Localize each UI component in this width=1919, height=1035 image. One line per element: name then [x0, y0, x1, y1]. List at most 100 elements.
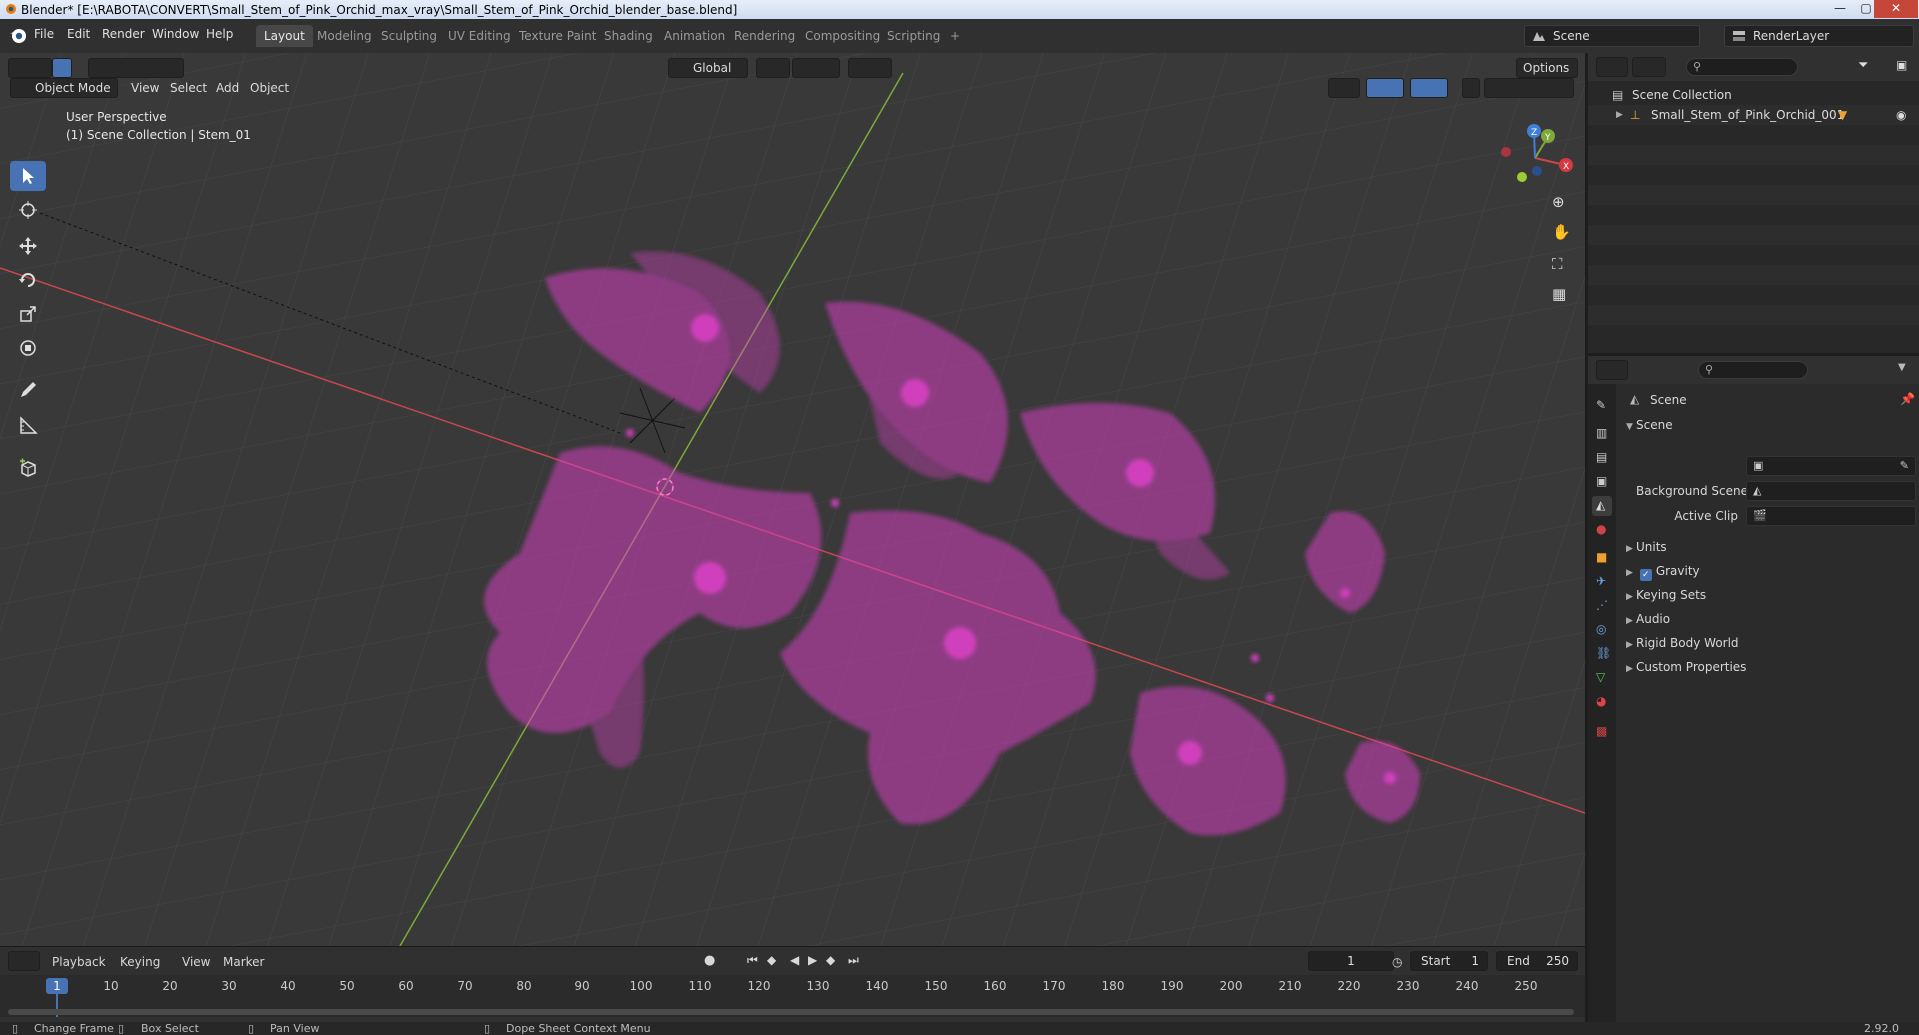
outliner-row-object[interactable]: ▶ ⊥ Small_Stem_of_Pink_Orchid_001 ▼ ◉: [1588, 105, 1919, 125]
tool-move[interactable]: [10, 231, 46, 261]
expand-arrow-icon[interactable]: ▶: [1616, 105, 1623, 125]
selection-mode-buttons[interactable]: [88, 58, 184, 78]
jump-keyframe-back-button[interactable]: ◆: [767, 953, 776, 967]
tab-modifiers[interactable]: ✈: [1592, 572, 1612, 592]
viewport-menu-add[interactable]: Add: [216, 81, 239, 95]
tool-transform[interactable]: [10, 333, 46, 363]
jump-end-button[interactable]: ⏭: [848, 953, 859, 968]
tab-render[interactable]: ▥: [1592, 424, 1612, 444]
background-scene-field[interactable]: ◭: [1746, 481, 1916, 501]
outliner[interactable]: ⚲ ⏷ ▣ ▤ Scene Collection ▶ ⊥ Small_Stem_…: [1588, 53, 1919, 353]
jump-keyframe-forward-button[interactable]: ◆: [826, 953, 835, 967]
grid-view-icon[interactable]: ▦: [1552, 285, 1572, 305]
custom-properties-panel[interactable]: ▶ Custom Properties: [1620, 656, 1916, 678]
shading-mode-buttons[interactable]: [1484, 78, 1574, 98]
tool-rotate[interactable]: [10, 265, 46, 295]
timeline-menu-keying[interactable]: Keying: [120, 955, 160, 969]
tool-select-box[interactable]: [10, 161, 46, 191]
tab-rendering[interactable]: Rendering: [726, 25, 803, 47]
gizmo-toggle[interactable]: [1366, 78, 1404, 98]
tab-modeling[interactable]: Modeling: [309, 25, 380, 47]
viewport-menu-view[interactable]: View: [131, 81, 159, 95]
pin-icon[interactable]: 📌: [1900, 392, 1915, 406]
new-collection-icon[interactable]: ▣: [1896, 58, 1907, 72]
editor-type-button[interactable]: [8, 58, 52, 78]
outliner-search-input[interactable]: ⚲: [1686, 58, 1798, 76]
tab-uv-editing[interactable]: UV Editing: [440, 25, 519, 47]
tab-animation[interactable]: Animation: [656, 25, 733, 47]
tab-texture[interactable]: ▩: [1592, 722, 1612, 742]
tab-sculpting[interactable]: Sculpting: [373, 25, 445, 47]
pivot-dropdown[interactable]: [756, 58, 790, 78]
snap-toggle[interactable]: [792, 58, 840, 78]
blender-logo-icon[interactable]: [8, 25, 28, 45]
close-button[interactable]: ✕: [1874, 0, 1918, 18]
tab-data[interactable]: ▽: [1592, 668, 1612, 688]
viewport-menu-select[interactable]: Select: [170, 81, 207, 95]
play-reverse-button[interactable]: ◀: [790, 953, 799, 967]
play-button[interactable]: ▶: [808, 953, 817, 967]
xray-toggle[interactable]: [1462, 78, 1480, 98]
audio-panel[interactable]: ▶ Audio: [1620, 608, 1916, 630]
menu-render[interactable]: Render: [102, 27, 145, 41]
gravity-checkbox[interactable]: ✓: [1639, 569, 1652, 581]
keying-sets-panel[interactable]: ▶ Keying Sets: [1620, 584, 1916, 606]
viewport-menu-object[interactable]: Object: [250, 81, 289, 95]
tab-material[interactable]: ◕: [1592, 692, 1612, 712]
proportional-editing-toggle[interactable]: [848, 58, 892, 78]
scene-selector[interactable]: Scene: [1524, 25, 1700, 47]
properties-search-input[interactable]: ⚲: [1698, 361, 1808, 379]
units-panel[interactable]: ▶ Units: [1620, 536, 1916, 558]
menu-file[interactable]: File: [34, 27, 54, 41]
zoom-icon[interactable]: ⊕: [1552, 193, 1572, 213]
overlay-toggle[interactable]: [1410, 78, 1448, 98]
tab-particles[interactable]: ⋰: [1592, 596, 1612, 616]
tool-annotate[interactable]: [10, 375, 46, 405]
chevron-down-icon[interactable]: ▼: [1898, 362, 1906, 373]
outliner-display-mode[interactable]: [1632, 57, 1666, 77]
timeline[interactable]: Playback Keying View Marker ● ⏮ ◆ ◀ ▶ ◆ …: [0, 946, 1585, 1022]
tool-measure[interactable]: [10, 411, 46, 441]
camera-view-icon[interactable]: ⛶: [1552, 255, 1572, 275]
outliner-row-scene-collection[interactable]: ▤ Scene Collection: [1588, 85, 1919, 105]
navigation-gizmo[interactable]: X Y Z: [1490, 113, 1580, 203]
tab-constraints[interactable]: ⛓: [1592, 644, 1612, 664]
eyedropper-icon[interactable]: ✎: [1900, 459, 1909, 472]
timeline-scrollbar[interactable]: [8, 1009, 1574, 1015]
menu-window[interactable]: Window: [152, 27, 199, 41]
select-mode-button[interactable]: [52, 58, 72, 78]
properties-editor[interactable]: ⚲ ▼ ✎ ▥ ▤ ▣ ◭ ● ■ ✈ ⋰ ◎ ⛓ ▽ ◕ ▩ ◭ Scene …: [1588, 356, 1919, 1022]
tab-physics[interactable]: ◎: [1592, 620, 1612, 640]
timeline-menu-playback[interactable]: Playback: [52, 955, 106, 969]
tab-shading[interactable]: Shading: [596, 25, 661, 47]
start-frame-field[interactable]: Start 1: [1410, 951, 1488, 971]
properties-editor-type[interactable]: [1596, 360, 1628, 380]
tab-world[interactable]: ●: [1592, 520, 1612, 540]
filter-icon[interactable]: ⏷: [1858, 58, 1868, 73]
visibility-eye-icon[interactable]: ◉: [1896, 105, 1906, 125]
menu-help[interactable]: Help: [206, 27, 233, 41]
tool-scale[interactable]: [10, 299, 46, 329]
gravity-panel[interactable]: ▶ ✓ Gravity: [1620, 560, 1916, 582]
scene-panel-header[interactable]: ▼ Scene: [1626, 418, 1673, 432]
visibility-dropdown[interactable]: [1328, 78, 1360, 98]
jump-start-button[interactable]: ⏮: [747, 953, 758, 968]
rigid-body-world-panel[interactable]: ▶ Rigid Body World: [1620, 632, 1916, 654]
tab-layout[interactable]: Layout: [256, 25, 313, 47]
end-frame-field[interactable]: End 250: [1496, 951, 1578, 971]
camera-field[interactable]: ▣ ✎: [1746, 456, 1916, 476]
scene-panel[interactable]: ▼ Scene: [1620, 414, 1916, 440]
tab-tool[interactable]: ✎: [1592, 396, 1612, 416]
timeline-editor-type[interactable]: [8, 951, 40, 971]
viewport-scene[interactable]: [0, 53, 1585, 946]
timeline-menu-marker[interactable]: Marker: [223, 955, 264, 969]
tab-view-layer[interactable]: ▣: [1592, 472, 1612, 492]
tab-compositing[interactable]: Compositing: [797, 25, 888, 47]
tool-add-cube[interactable]: [10, 453, 46, 483]
current-frame-field[interactable]: 1: [1308, 951, 1394, 971]
active-clip-field[interactable]: 🎬: [1746, 506, 1916, 526]
mode-dropdown[interactable]: Object Mode: [10, 78, 118, 98]
tab-object[interactable]: ■: [1592, 548, 1612, 568]
options-dropdown[interactable]: Options: [1516, 58, 1578, 78]
tab-output[interactable]: ▤: [1592, 448, 1612, 468]
